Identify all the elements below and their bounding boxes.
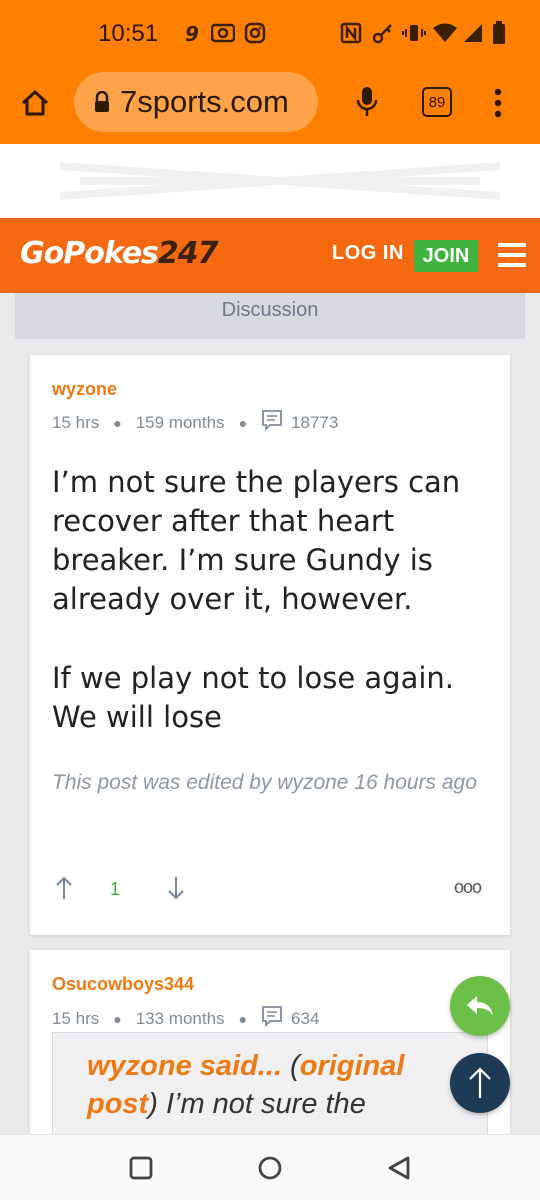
member-tenure: 159 months xyxy=(135,412,225,432)
quote-body: I’m not sure the xyxy=(157,1088,366,1120)
logo-text: GoPokes xyxy=(20,236,159,271)
ad-banner xyxy=(0,144,540,218)
browser-toolbar: 7sports.com 89 xyxy=(0,64,540,144)
system-nav-bar xyxy=(0,1134,540,1200)
tab-count: 89 xyxy=(428,93,446,111)
meta-separator: ● xyxy=(238,1010,248,1027)
home-icon[interactable] xyxy=(18,86,52,120)
recents-square-icon[interactable] xyxy=(128,1155,154,1186)
logo-number: 247 xyxy=(157,236,219,271)
post-author[interactable]: Osucowboys344 xyxy=(52,974,194,995)
quote-text: wyzone said... (original post) I’m not s… xyxy=(87,1047,467,1123)
upvote-arrow-icon[interactable] xyxy=(52,875,76,901)
discussion-header: Discussion xyxy=(15,293,525,339)
svg-text:9: 9 xyxy=(185,22,199,44)
instagram-icon xyxy=(244,22,266,44)
edited-note: This post was edited by wyzone 16 hours … xyxy=(52,771,477,794)
arrow-up-icon xyxy=(467,1066,493,1100)
post-body-paragraph: I’m not sure the players can recover aft… xyxy=(52,465,461,616)
post-count: 18773 xyxy=(291,412,339,432)
scroll-to-top-button[interactable] xyxy=(450,1053,510,1113)
vote-count: 1 xyxy=(110,879,121,899)
nfc-icon xyxy=(340,22,362,44)
url-text: 7sports.com xyxy=(120,84,289,119)
quote-paren-close: ) xyxy=(148,1088,158,1120)
status-bar: 10:51 9 xyxy=(0,0,540,64)
battery-icon xyxy=(492,21,506,44)
hamburger-menu-icon[interactable] xyxy=(498,243,526,267)
radio-icon xyxy=(211,22,235,44)
overflow-menu-icon[interactable] xyxy=(488,86,508,120)
downvote-arrow-icon[interactable] xyxy=(164,875,188,901)
notification-9-icon: 9 xyxy=(182,22,204,44)
post-meta: 15 hrs ● 133 months ● 634 xyxy=(52,1005,319,1032)
reply-arrow-icon xyxy=(465,994,495,1018)
lock-icon xyxy=(94,91,110,113)
post-body-paragraph: If we play not to lose again. We will lo… xyxy=(52,661,454,734)
meta-separator: ● xyxy=(113,414,122,431)
banner-faded-graphic xyxy=(59,156,501,206)
vibrate-icon xyxy=(402,22,426,44)
discussion-title: Discussion xyxy=(221,299,319,321)
comment-icon xyxy=(261,1005,283,1032)
login-link[interactable]: LOG IN xyxy=(332,242,404,265)
tab-switcher-button[interactable]: 89 xyxy=(422,87,452,117)
comment-icon xyxy=(261,409,283,436)
post-card: wyzone 15 hrs ● 159 months ● 18773 I’m n… xyxy=(30,355,510,935)
more-options-icon[interactable]: ooo xyxy=(454,877,482,898)
address-bar[interactable]: 7sports.com xyxy=(74,72,318,132)
status-time: 10:51 xyxy=(98,20,159,47)
back-triangle-icon[interactable] xyxy=(386,1155,412,1186)
post-card: Osucowboys344 15 hrs ● 133 months ● 634 … xyxy=(30,950,510,1172)
quote-author[interactable]: wyzone said... xyxy=(87,1050,282,1082)
quote-paren-open: ( xyxy=(282,1050,300,1082)
wifi-icon xyxy=(432,22,458,44)
post-time: 15 hrs xyxy=(52,412,100,432)
key-icon xyxy=(372,22,394,44)
post-time: 15 hrs xyxy=(52,1008,100,1028)
post-count: 634 xyxy=(291,1008,320,1028)
site-logo[interactable]: GoPokes247 xyxy=(20,236,219,271)
meta-separator: ● xyxy=(113,1010,122,1027)
meta-separator: ● xyxy=(238,414,248,431)
site-header: GoPokes247 LOG IN JOIN xyxy=(0,218,540,293)
signal-icon xyxy=(462,22,484,44)
home-circle-icon[interactable] xyxy=(257,1155,283,1186)
post-meta: 15 hrs ● 159 months ● 18773 xyxy=(52,409,338,436)
join-button[interactable]: JOIN xyxy=(414,240,478,272)
post-author[interactable]: wyzone xyxy=(52,379,117,400)
reply-button[interactable] xyxy=(450,976,510,1036)
member-tenure: 133 months xyxy=(135,1008,225,1028)
microphone-icon[interactable] xyxy=(352,84,382,120)
